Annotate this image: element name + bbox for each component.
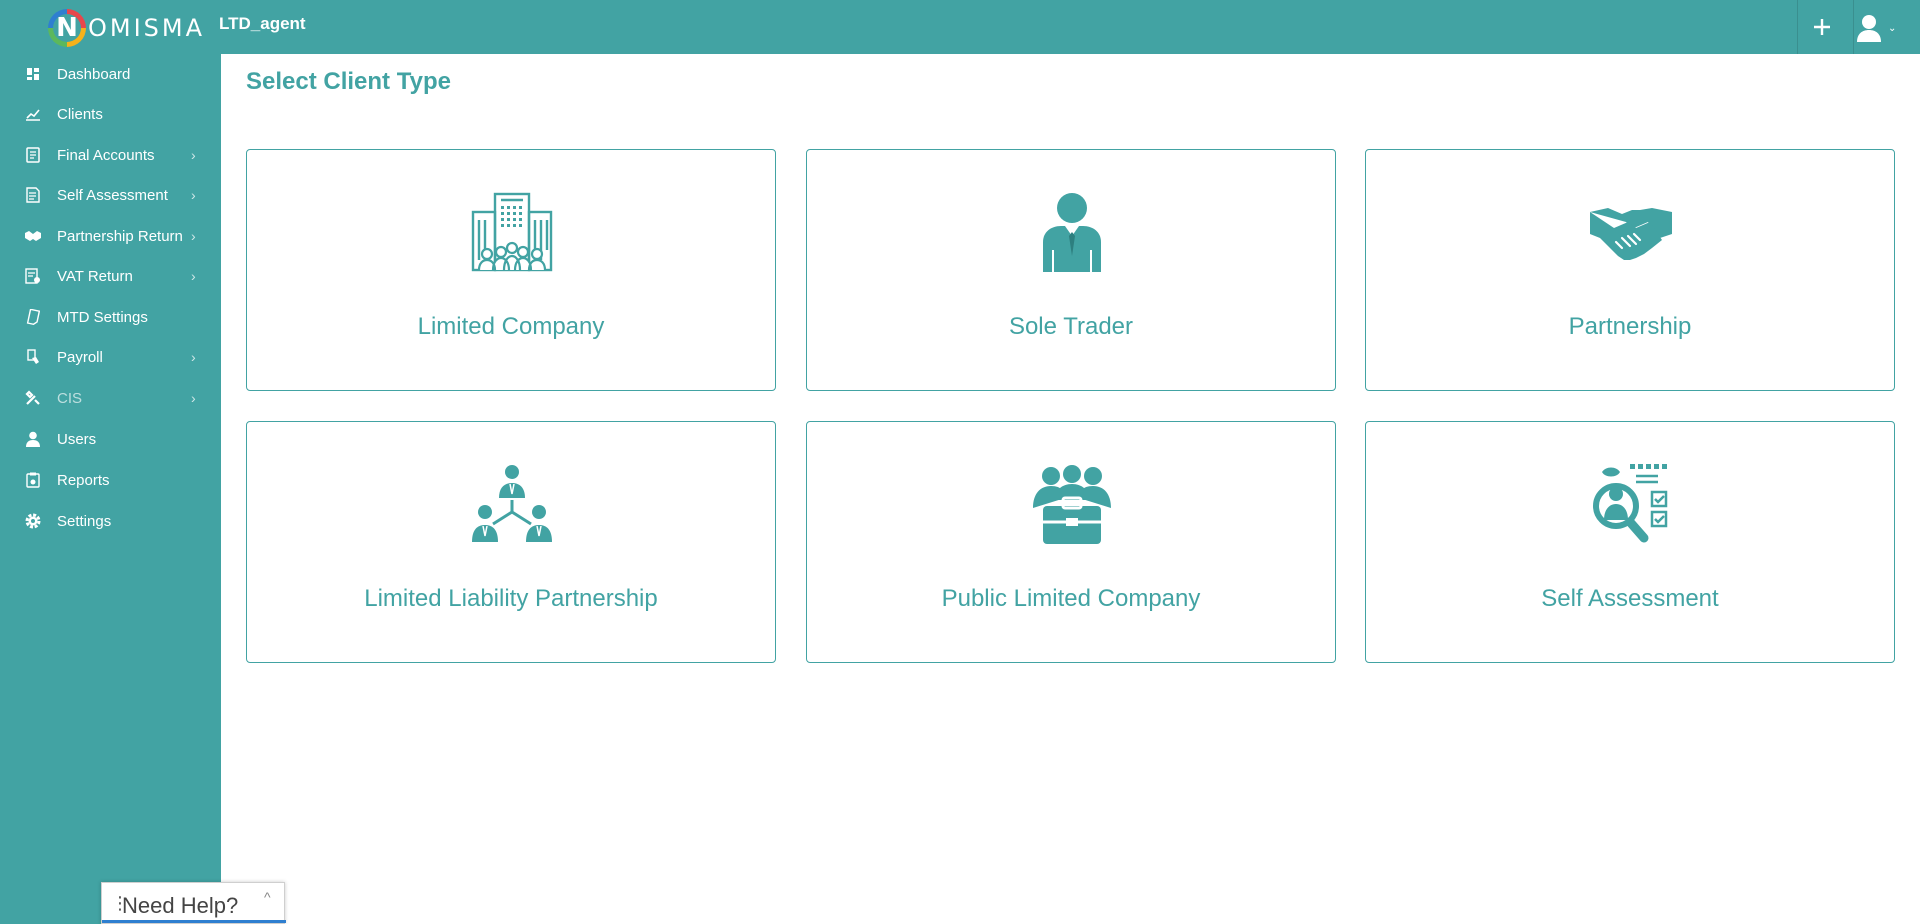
- sidebar-item-self-assessment[interactable]: Self Assessment ›: [0, 175, 221, 215]
- chevron-up-icon[interactable]: ^: [264, 889, 271, 905]
- logo-text: OMISMA: [88, 14, 206, 42]
- tools-icon: [24, 389, 42, 407]
- reports-icon: [24, 471, 42, 489]
- sidebar-item-label: Partnership Return: [57, 227, 183, 245]
- user-icon: [24, 430, 42, 448]
- card-label: Self Assessment: [1541, 585, 1719, 612]
- logo-mark: N: [48, 9, 86, 47]
- chart-icon: [24, 105, 42, 123]
- sidebar-item-label: CIS: [57, 389, 83, 407]
- sidebar-item-reports[interactable]: Reports: [0, 460, 221, 500]
- top-bar: N OMISMA LTD_agent ⌄: [0, 0, 1920, 54]
- vat-icon: [24, 267, 42, 285]
- sidebar-item-label: VAT Return: [57, 267, 133, 285]
- chevron-right-icon: ›: [191, 147, 196, 163]
- sidebar-item-label: Reports: [57, 471, 110, 489]
- sidebar-item-settings[interactable]: Settings: [0, 501, 221, 541]
- handshake-icon: [24, 227, 42, 245]
- sidebar-item-users[interactable]: Users: [0, 419, 221, 459]
- need-help-label: Need Help?: [122, 893, 239, 918]
- card-label: Sole Trader: [1008, 313, 1134, 340]
- sidebar-item-payroll[interactable]: Payroll ›: [0, 337, 221, 377]
- chevron-right-icon: ›: [191, 349, 196, 365]
- chevron-right-icon: ›: [191, 268, 196, 284]
- sidebar-item-label: Self Assessment: [57, 186, 168, 204]
- agent-name: LTD_agent: [219, 14, 306, 33]
- add-button[interactable]: [1798, 0, 1846, 54]
- sidebar-item-partnership-return[interactable]: Partnership Return ›: [0, 216, 221, 256]
- card-label: Limited Company: [417, 313, 605, 340]
- dashboard-icon: [24, 65, 42, 83]
- ledger-icon: [24, 146, 42, 164]
- sidebar: Dashboard Clients Final Accounts › Self …: [0, 54, 221, 924]
- gear-icon: [24, 512, 42, 530]
- office-building-icon: [471, 192, 553, 272]
- client-type-card-sole-trader[interactable]: Sole Trader: [806, 149, 1336, 391]
- checklist-search-icon: [1593, 464, 1668, 543]
- chevron-right-icon: ›: [191, 228, 196, 244]
- payroll-icon: [24, 348, 42, 366]
- sidebar-item-label: Settings: [57, 512, 112, 530]
- card-label: Public Limited Company: [941, 585, 1201, 612]
- sidebar-item-label: Payroll: [57, 348, 103, 366]
- page-title: Select Client Type: [246, 68, 451, 95]
- sidebar-item-clients[interactable]: Clients: [0, 94, 221, 134]
- document-icon: [24, 186, 42, 204]
- team-briefcase-icon: [1033, 465, 1111, 544]
- sidebar-item-label: Final Accounts: [57, 146, 155, 164]
- sidebar-item-vat-return[interactable]: VAT Return ›: [0, 256, 221, 296]
- chevron-right-icon: ›: [191, 390, 196, 406]
- sidebar-item-mtd-settings[interactable]: MTD Settings: [0, 297, 221, 337]
- handshake-icon: [1590, 208, 1672, 260]
- client-type-card-partnership[interactable]: Partnership: [1365, 149, 1895, 391]
- org-hierarchy-icon: [472, 465, 552, 542]
- sidebar-item-dashboard[interactable]: Dashboard: [0, 54, 221, 94]
- businessman-icon: [1043, 193, 1101, 272]
- sidebar-item-final-accounts[interactable]: Final Accounts ›: [0, 135, 221, 175]
- client-type-card-llp[interactable]: Limited Liability Partnership: [246, 421, 776, 663]
- card-label: Partnership: [1568, 313, 1692, 340]
- sidebar-item-cis[interactable]: CIS ›: [0, 378, 221, 418]
- card-label: Limited Liability Partnership: [364, 585, 658, 612]
- sidebar-item-label: Users: [57, 430, 97, 448]
- plus-icon: [1814, 19, 1830, 35]
- mtd-icon: [24, 308, 42, 326]
- client-type-card-plc[interactable]: Public Limited Company: [806, 421, 1336, 663]
- sidebar-item-label: Clients: [57, 105, 103, 123]
- sidebar-item-label: Dashboard: [57, 65, 131, 83]
- chevron-right-icon: ›: [191, 187, 196, 203]
- sidebar-item-label: MTD Settings: [57, 308, 148, 326]
- client-type-card-limited-company[interactable]: Limited Company: [246, 149, 776, 391]
- help-underline: [102, 920, 286, 923]
- client-type-card-self-assessment[interactable]: Self Assessment: [1365, 421, 1895, 663]
- nomisma-logo[interactable]: N OMISMA: [48, 8, 205, 48]
- chevron-down-icon: ⌄: [1888, 22, 1897, 34]
- need-help-widget[interactable]: ⋮ Need Help? ^: [101, 882, 286, 924]
- user-menu-button[interactable]: ⌄: [1856, 10, 1916, 46]
- divider: [1853, 0, 1854, 54]
- user-icon: [1857, 15, 1881, 42]
